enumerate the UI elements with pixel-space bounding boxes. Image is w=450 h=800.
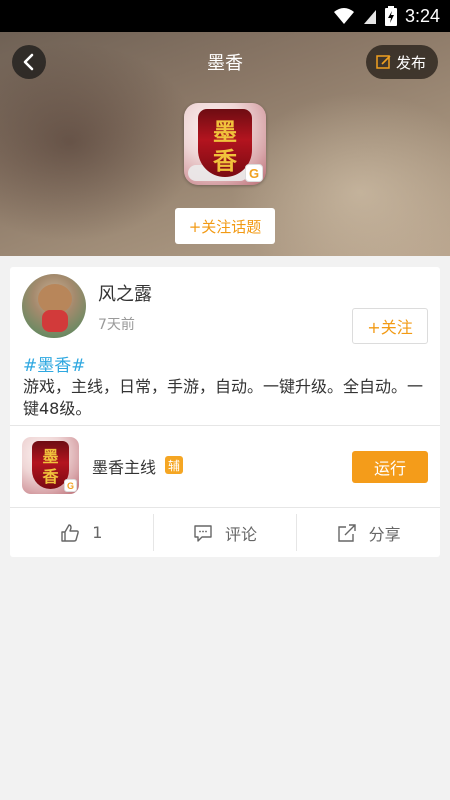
g-badge-icon: G <box>245 164 263 182</box>
run-button[interactable]: 运行 <box>352 451 428 483</box>
edit-icon <box>376 55 391 69</box>
username[interactable]: 风之露 <box>98 280 152 306</box>
post-body: 游戏，主线，日常，手游，自动。一键升级。全自动。一键48级。 <box>23 377 424 418</box>
post-card: 风之露 7天前 +关注 #墨香# 游戏，主线，日常，手游，自动。一键升级。全自动… <box>10 267 440 557</box>
like-button[interactable]: 1 <box>10 508 153 557</box>
app-icon[interactable]: 墨 香 G <box>22 437 79 494</box>
follow-user-button[interactable]: +关注 <box>352 308 428 344</box>
share-label: 分享 <box>368 524 401 544</box>
battery-icon <box>384 6 397 26</box>
topic-icon-glyph: 香 <box>213 146 237 175</box>
publish-button[interactable]: 发布 <box>365 45 438 79</box>
signal-icon <box>363 10 376 24</box>
hashtag-link[interactable]: #墨香# <box>23 351 86 376</box>
app-row[interactable]: 墨 香 G 墨香主线 辅 运行 <box>10 426 440 506</box>
share-button[interactable]: 分享 <box>297 508 440 557</box>
topic-header: 墨香 发布 墨 香 G +关注话题 <box>0 32 450 256</box>
comment-button[interactable]: 评论 <box>154 508 297 557</box>
share-icon <box>337 523 356 542</box>
clock: 3:24 <box>404 5 440 26</box>
like-count: 1 <box>92 523 103 542</box>
follow-topic-button[interactable]: +关注话题 <box>175 208 275 244</box>
assist-badge: 辅 <box>165 456 183 474</box>
wifi-icon <box>333 8 354 24</box>
post-time: 7天前 <box>98 317 135 333</box>
comment-label: 评论 <box>225 524 258 544</box>
comment-icon <box>194 524 212 542</box>
thumbs-up-icon <box>61 523 80 542</box>
avatar[interactable] <box>22 274 86 338</box>
g-badge-icon: G <box>64 479 77 492</box>
topic-icon: 墨 香 G <box>184 103 266 185</box>
action-bar: 1 评论 分享 <box>10 508 440 557</box>
publish-label: 发布 <box>395 53 426 72</box>
app-name: 墨香主线 <box>92 458 157 477</box>
status-bar: 3:24 <box>0 0 450 32</box>
